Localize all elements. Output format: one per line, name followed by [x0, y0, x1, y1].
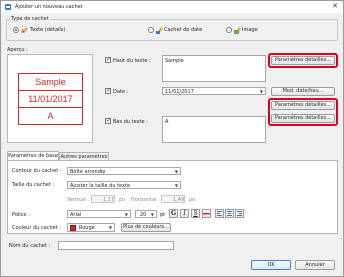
close-button[interactable]: ✕	[330, 2, 340, 11]
top-text-label: Haut du texte :	[113, 58, 151, 64]
align-center-button[interactable]	[225, 209, 234, 218]
outline-label: Contour du cachet :	[12, 168, 62, 174]
horizontal-value: 1,49	[173, 197, 185, 203]
more-colors-button[interactable]: Plus de couleurs...	[121, 223, 171, 232]
outline-select[interactable]: Boîte arrondie ▼	[67, 167, 181, 175]
image-stamp-icon	[234, 26, 242, 36]
top-text-input[interactable]: Sample	[162, 55, 266, 82]
date-time-format-button[interactable]: Mod. date/heu...	[271, 87, 335, 96]
radio-image-stamp-label[interactable]: Image	[242, 27, 258, 33]
font-size-unit: pt	[160, 212, 166, 218]
font-size-value: 20	[140, 212, 147, 218]
preview-label: Aperçu :	[7, 47, 28, 53]
top-text-value: Sample	[165, 58, 184, 64]
vertical-label: Vertical :	[67, 197, 89, 203]
bottom-text-settings-button[interactable]: Paramètres détaillés...	[271, 114, 335, 123]
chevron-down-icon: ▼	[150, 212, 154, 217]
radio-date-stamp-label[interactable]: Cachet de date	[164, 27, 202, 33]
vertical-value: 1,17	[103, 197, 115, 203]
date-settings-button[interactable]: Paramètres détaillés...	[271, 101, 335, 110]
align-right-button[interactable]	[235, 209, 244, 218]
app-icon	[4, 3, 12, 11]
size-label: Taille du cachet :	[12, 182, 55, 188]
radio-text-details[interactable]	[13, 27, 19, 33]
window-title: Ajouter un nouveau cachet	[15, 4, 83, 10]
preview-top-text: Sample	[35, 77, 66, 87]
preview-separator-bottom	[19, 107, 82, 108]
color-swatch	[70, 225, 76, 231]
preview-date-text: 11/01/2017	[28, 94, 73, 104]
date-format-select[interactable]: 11/01/2017 ▼	[162, 87, 266, 95]
font-label: Police :	[12, 212, 30, 218]
stamp-type-legend: Type de cachet	[10, 16, 50, 22]
align-left-icon	[217, 211, 222, 216]
add-stamp-dialog: Ajouter un nouveau cachet ✕ Type de cach…	[0, 0, 344, 277]
top-text-settings-button[interactable]: Paramètres détaillés...	[271, 56, 335, 65]
bottom-text-value: A	[165, 119, 169, 125]
preview-separator-top	[19, 90, 82, 91]
date-stamp-icon	[156, 26, 164, 36]
bottom-text-input[interactable]: A	[162, 116, 266, 143]
font-size-select[interactable]: 20 ▼	[135, 210, 157, 218]
align-left-button[interactable]	[215, 209, 224, 218]
strikethrough-button[interactable]: abc	[202, 209, 211, 218]
chevron-down-icon: ▼	[124, 212, 128, 217]
text-stamp-icon: A	[21, 26, 29, 36]
date-label: Date :	[113, 89, 129, 95]
align-right-icon	[237, 211, 242, 216]
chevron-down-icon: ▼	[174, 183, 178, 188]
italic-button[interactable]: I	[180, 209, 189, 218]
top-text-checkbox[interactable]	[105, 56, 111, 63]
underline-button[interactable]: S	[191, 209, 200, 218]
align-center-icon	[227, 211, 232, 216]
bottom-text-label: Bas du texte :	[113, 119, 148, 125]
outline-value: Boîte arrondie	[70, 169, 106, 175]
vertical-input[interactable]: 1,17	[91, 195, 115, 203]
horizontal-input[interactable]: 1,49	[161, 195, 185, 203]
stamp-preview: Sample 11/01/2017 A	[7, 54, 93, 143]
vertical-unit: po	[119, 197, 126, 203]
stamp-preview-image: Sample 11/01/2017 A	[18, 73, 83, 125]
ok-button[interactable]: OK	[251, 260, 291, 270]
color-select[interactable]: Rouge ▼	[67, 223, 115, 232]
bold-button[interactable]: G	[169, 209, 178, 218]
chevron-down-icon: ▼	[259, 89, 263, 94]
font-select[interactable]: Arial ▼	[67, 210, 131, 218]
size-select[interactable]: Ajuster la taille du texte ▼	[67, 181, 181, 189]
date-value: 11/01/2017	[165, 89, 194, 95]
color-label: Couleur du cachet :	[12, 225, 61, 231]
size-value: Ajuster la taille du texte	[70, 183, 131, 189]
stamp-name-label: Nom du cachet :	[9, 243, 51, 249]
stamp-name-input[interactable]	[58, 241, 174, 250]
bottom-text-checkbox[interactable]	[105, 117, 111, 124]
chevron-down-icon: ▼	[174, 169, 178, 174]
chevron-down-icon: ▼	[108, 225, 112, 230]
radio-date-stamp[interactable]	[148, 27, 154, 33]
preview-bottom-text: A	[47, 111, 54, 121]
horizontal-label: Horizontal :	[131, 197, 160, 203]
radio-text-details-label[interactable]: Texte (détails)	[30, 27, 65, 33]
color-value: Rouge	[79, 225, 95, 231]
horizontal-unit: po	[189, 197, 196, 203]
svg-text:A: A	[21, 29, 25, 34]
radio-image-stamp[interactable]	[226, 27, 232, 33]
cancel-button[interactable]: Annuler	[295, 260, 335, 270]
date-checkbox[interactable]	[105, 87, 111, 94]
font-value: Arial	[70, 212, 82, 218]
title-bar: Ajouter un nouveau cachet ✕	[1, 1, 343, 13]
